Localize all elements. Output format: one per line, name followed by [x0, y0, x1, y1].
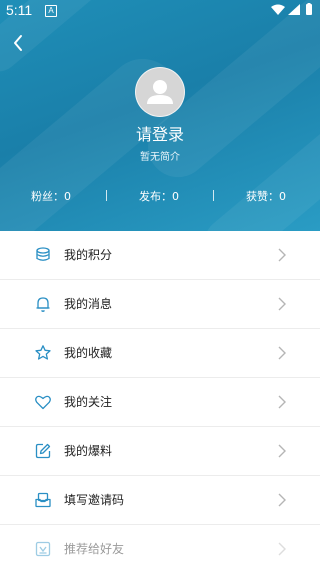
- chevron-right-icon: [278, 493, 286, 507]
- status-icons: [271, 3, 312, 15]
- star-icon: [35, 345, 51, 360]
- menu-item-messages[interactable]: 我的消息: [0, 280, 320, 329]
- menu-item-label: 我的关注: [64, 395, 113, 409]
- stat-divider: [213, 190, 214, 201]
- stat-likes[interactable]: 获赞：0: [246, 188, 286, 204]
- avatar[interactable]: [135, 67, 185, 117]
- login-prompt[interactable]: 请登录: [0, 121, 320, 145]
- menu-item-recommend[interactable]: 推荐给好友: [0, 525, 320, 568]
- profile-screen: 5:11 A 请登录 暂无简介 粉丝：0 发布：0 获赞：0 我的积分 我的消息…: [0, 0, 320, 568]
- heart-icon: [35, 395, 51, 410]
- menu-item-label: 我的积分: [64, 248, 113, 262]
- stat-fans-label: 粉丝：: [31, 190, 64, 203]
- notification-icon: A: [45, 5, 57, 17]
- chevron-right-icon: [278, 346, 286, 360]
- stat-likes-value: 0: [279, 190, 286, 203]
- menu-item-label: 填写邀请码: [64, 493, 125, 507]
- coins-stack-icon: [36, 247, 50, 261]
- menu-item-tips[interactable]: 我的爆料: [0, 427, 320, 476]
- profile-header: 5:11 A 请登录 暂无简介 粉丝：0 发布：0 获赞：0: [0, 0, 320, 231]
- chevron-right-icon: [278, 542, 286, 556]
- edit-icon: [35, 443, 51, 459]
- bell-icon: [36, 297, 50, 312]
- menu-item-label: 推荐给好友: [64, 542, 125, 556]
- signal-icon: [288, 4, 300, 15]
- stat-posts[interactable]: 发布：0: [139, 188, 179, 204]
- profile-intro: 暂无简介: [140, 152, 180, 163]
- status-time: 5:11: [6, 2, 33, 18]
- chevron-right-icon: [278, 395, 286, 409]
- user-placeholder-icon: [147, 80, 173, 104]
- stat-fans-value: 0: [64, 190, 71, 203]
- stat-likes-label: 获赞：: [246, 190, 279, 203]
- stat-posts-label: 发布：: [139, 190, 172, 203]
- menu-item-following[interactable]: 我的关注: [0, 378, 320, 427]
- stat-divider: [106, 190, 107, 201]
- menu-item-label: 我的爆料: [64, 444, 113, 458]
- menu-item-favorites[interactable]: 我的收藏: [0, 329, 320, 378]
- menu-item-points[interactable]: 我的积分: [0, 231, 320, 280]
- stats-bar: 粉丝：0 发布：0 获赞：0: [0, 188, 320, 204]
- menu-list: 我的积分 我的消息 我的收藏 我的关注 我的爆料 填写邀请码 推荐给好友: [0, 231, 320, 568]
- stat-posts-value: 0: [172, 190, 179, 203]
- chevron-right-icon: [278, 444, 286, 458]
- menu-item-invite-code[interactable]: 填写邀请码: [0, 476, 320, 525]
- inbox-icon: [35, 492, 51, 508]
- chevron-right-icon: [278, 297, 286, 311]
- menu-item-label: 我的消息: [64, 297, 113, 311]
- status-bar: 5:11 A: [0, 0, 320, 22]
- battery-icon: [306, 4, 312, 15]
- stat-fans[interactable]: 粉丝：0: [31, 188, 71, 204]
- wifi-icon: [271, 4, 285, 15]
- menu-item-label: 我的收藏: [64, 346, 113, 360]
- share-card-icon: [35, 541, 51, 557]
- back-arrow-icon[interactable]: [8, 32, 30, 54]
- chevron-right-icon: [278, 248, 286, 262]
